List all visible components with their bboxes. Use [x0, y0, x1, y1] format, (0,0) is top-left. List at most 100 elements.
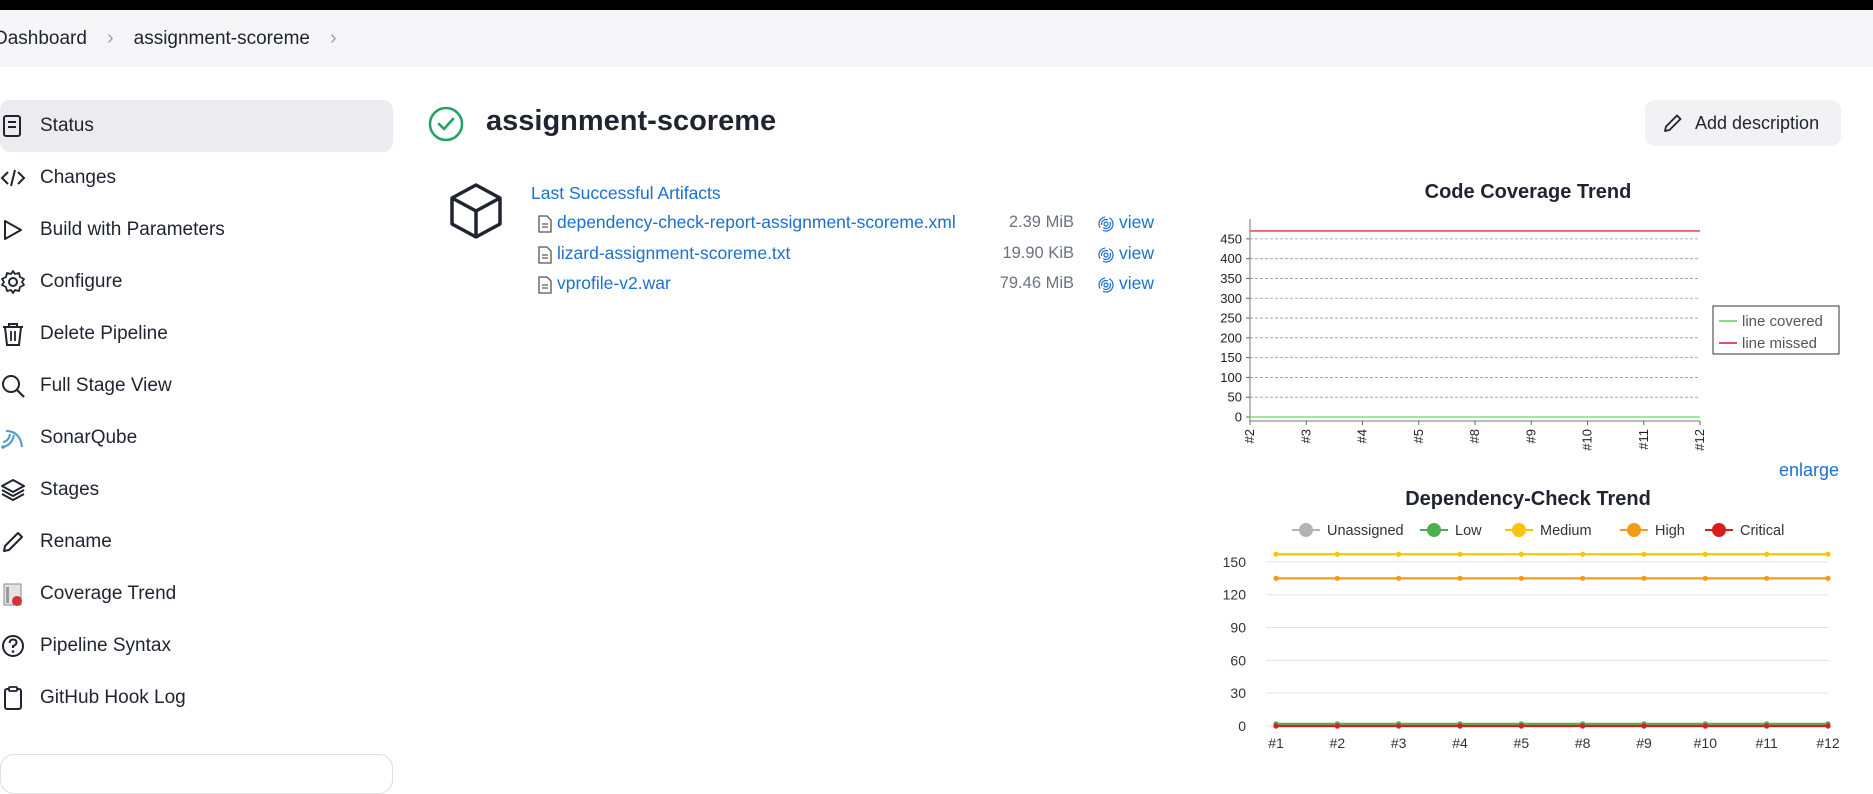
- data-point-High: [1641, 575, 1647, 581]
- data-point-Medium: [1334, 551, 1340, 557]
- legend-marker: [1712, 523, 1726, 537]
- y-tick-label: 350: [1220, 271, 1242, 286]
- y-tick-label: 300: [1220, 291, 1242, 306]
- y-tick-label: 400: [1220, 251, 1242, 266]
- y-tick-label: 450: [1220, 231, 1242, 246]
- artifact-link[interactable]: vprofile-v2.war: [557, 273, 671, 294]
- success-check-icon: [428, 106, 464, 142]
- artifact-link[interactable]: lizard-assignment-scoreme.txt: [557, 243, 790, 264]
- view-link[interactable]: view: [1119, 243, 1154, 264]
- x-tick-label: #10: [1580, 429, 1595, 451]
- x-tick-label: #11: [1636, 429, 1651, 450]
- y-tick-label: 0: [1238, 718, 1246, 734]
- sidebar-item-label: Coverage Trend: [40, 583, 177, 604]
- artifact-size: 2.39 MiB: [1008, 213, 1074, 231]
- x-tick-label: #5: [1514, 735, 1530, 751]
- legend-marker: [1627, 523, 1641, 537]
- y-tick-label: 50: [1228, 390, 1242, 405]
- sidebar-item-label: Stages: [40, 479, 100, 500]
- view-link[interactable]: view: [1119, 212, 1154, 233]
- dependency-check-trend-chart[interactable]: 0 30 60 90 120 150 #1 #2 #3 #4 #5 #8 #9 #10 #11 #12 Unas…: [1200, 512, 1860, 777]
- file-icon: [538, 215, 552, 233]
- artifact-row: lizard-assignment-scoreme.txt 19.90 KiB …: [537, 241, 1167, 267]
- x-tick-label: #11: [1756, 735, 1779, 751]
- legend-label: Unassigned: [1327, 523, 1404, 539]
- file-icon: [538, 276, 552, 294]
- data-point-Medium: [1702, 551, 1708, 557]
- status-icon: [3, 115, 21, 137]
- sidebar-item-stages[interactable]: Stages: [0, 464, 393, 516]
- sidebar-item-build-with-parameters[interactable]: Build with Parameters: [0, 204, 393, 256]
- sidebar-item-delete-pipeline[interactable]: Delete Pipeline: [0, 308, 393, 360]
- data-point-High: [1702, 575, 1708, 581]
- y-tick-label: 0: [1235, 410, 1242, 425]
- data-point-Critical: [1518, 723, 1524, 729]
- sidebar-item-label: Rename: [40, 531, 112, 552]
- data-point-Critical: [1580, 723, 1586, 729]
- enlarge-link[interactable]: enlarge: [1779, 460, 1839, 481]
- fingerprint-icon[interactable]: [1097, 246, 1115, 264]
- x-tick-label: #10: [1694, 735, 1718, 751]
- data-point-Critical: [1273, 723, 1279, 729]
- x-tick-label: #2: [1242, 429, 1257, 443]
- page-title: assignment-scoreme: [486, 105, 777, 137]
- play-icon: [4, 220, 22, 240]
- legend-label: Critical: [1740, 523, 1784, 539]
- gear-icon: [1, 270, 25, 294]
- y-tick-label: 100: [1220, 370, 1242, 385]
- x-tick-label: #8: [1467, 429, 1482, 443]
- sidebar-item-github-hook-log[interactable]: GitHub Hook Log: [0, 672, 393, 724]
- help-circle-icon: [2, 635, 24, 657]
- last-successful-artifacts-link[interactable]: Last Successful Artifacts: [531, 183, 721, 204]
- coverage-trend-chart[interactable]: 0 50 100 150 200 250 300 350 400 450 #2 #3 #4 #5 #8 #9 #…: [1200, 210, 1850, 460]
- data-point-Critical: [1396, 723, 1402, 729]
- fingerprint-icon[interactable]: [1097, 276, 1115, 294]
- chevron-right-icon: ›: [106, 27, 114, 49]
- artifact-link[interactable]: dependency-check-report-assignment-score…: [557, 212, 956, 233]
- sidebar-item-label: Pipeline Syntax: [40, 635, 171, 656]
- breadcrumb: Dashboard › assignment-scoreme ›: [0, 10, 1873, 67]
- y-tick-label: 200: [1220, 330, 1242, 345]
- x-tick-label: #2: [1330, 735, 1346, 751]
- chevron-right-icon[interactable]: ›: [330, 27, 337, 50]
- data-point-Medium: [1457, 551, 1463, 557]
- sidebar-item-pipeline-syntax[interactable]: Pipeline Syntax: [0, 620, 393, 672]
- coverage-chart-title: Code Coverage Trend: [1424, 181, 1632, 203]
- view-link[interactable]: view: [1119, 273, 1154, 294]
- sidebar-item-coverage-trend[interactable]: Coverage Trend: [0, 568, 393, 620]
- sidebar-item-configure[interactable]: Configure: [0, 256, 393, 308]
- legend-marker: [1299, 523, 1313, 537]
- sidebar-item-label: GitHub Hook Log: [40, 687, 186, 708]
- x-tick-label: #12: [1816, 735, 1840, 751]
- top-bar: [0, 0, 1873, 10]
- sidebar-item-status[interactable]: Status: [0, 100, 393, 152]
- fingerprint-icon[interactable]: [1097, 215, 1115, 233]
- data-point-Medium: [1396, 551, 1402, 557]
- breadcrumb-job[interactable]: assignment-scoreme: [134, 28, 310, 50]
- x-tick-label: #1: [1268, 735, 1284, 751]
- legend-label: Low: [1455, 523, 1482, 539]
- data-point-Medium: [1825, 551, 1831, 557]
- file-icon: [538, 246, 552, 264]
- y-tick-label: 60: [1230, 652, 1246, 668]
- data-point-Medium: [1580, 551, 1586, 557]
- sidebar-item-label: Configure: [40, 271, 123, 292]
- code-icon: [0, 169, 26, 187]
- sidebar-item-label: Status: [40, 115, 94, 136]
- legend-label: High: [1655, 523, 1685, 539]
- add-description-button[interactable]: Add description: [1645, 100, 1841, 146]
- data-point-High: [1396, 575, 1402, 581]
- sidebar-item-full-stage-view[interactable]: Full Stage View: [0, 360, 393, 412]
- sidebar-item-label: Build with Parameters: [40, 219, 225, 240]
- pencil-icon: [3, 532, 23, 552]
- package-icon: [450, 183, 502, 239]
- data-point-Critical: [1702, 723, 1708, 729]
- x-tick-label: #3: [1391, 735, 1407, 751]
- sidebar-item-sonarqube[interactable]: SonarQube: [0, 412, 393, 464]
- sidebar-item-changes[interactable]: Changes: [0, 152, 393, 204]
- x-tick-label: #8: [1575, 735, 1591, 751]
- breadcrumb-dashboard[interactable]: Dashboard: [0, 28, 87, 50]
- sidebar-item-rename[interactable]: Rename: [0, 516, 393, 568]
- add-description-label: Add description: [1695, 112, 1820, 133]
- artifact-row: dependency-check-report-assignment-score…: [537, 210, 1167, 236]
